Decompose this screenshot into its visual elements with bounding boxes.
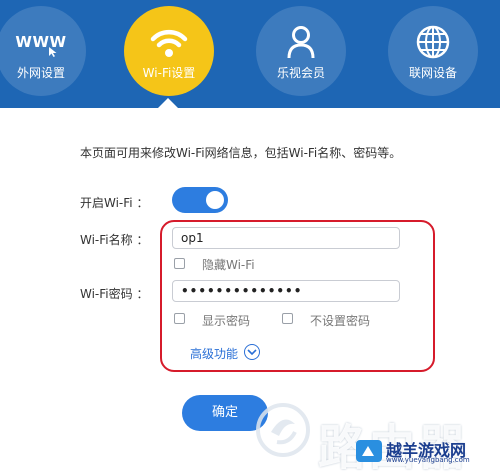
show-password-label: 显示密码 bbox=[202, 314, 251, 328]
tab-wifi-settings[interactable]: Wi-Fi设置 bbox=[124, 6, 214, 96]
password-label: Wi-Fi密码 ： bbox=[80, 287, 149, 301]
watermark-site-icon bbox=[356, 440, 382, 462]
watermark-logo-icon bbox=[256, 403, 310, 457]
hide-wifi-checkbox[interactable] bbox=[174, 258, 185, 269]
ssid-input[interactable]: op1 bbox=[172, 227, 400, 249]
tab-letv-member[interactable]: 乐视会员 bbox=[256, 6, 346, 96]
wifi-enable-label: 开启Wi-Fi ： bbox=[80, 196, 149, 210]
watermark-site-url: www.yueyangbang.com bbox=[386, 456, 470, 464]
wifi-enable-toggle[interactable] bbox=[172, 187, 228, 213]
tab-label: 外网设置 bbox=[16, 66, 65, 80]
active-tab-pointer bbox=[158, 98, 178, 108]
toggle-knob bbox=[206, 191, 224, 209]
tab-label: 乐视会员 bbox=[276, 66, 325, 80]
www-icon: WWW bbox=[0, 22, 86, 62]
tab-label: Wi-Fi设置 bbox=[142, 66, 196, 80]
tab-connected-devices[interactable]: 联网设备 bbox=[388, 6, 478, 96]
advanced-link[interactable]: 高级功能 bbox=[190, 345, 238, 362]
hide-wifi-label: 隐藏Wi-Fi bbox=[202, 258, 255, 272]
wifi-icon bbox=[124, 22, 214, 62]
no-password-checkbox[interactable] bbox=[282, 313, 293, 324]
chevron-down-icon[interactable] bbox=[244, 344, 260, 360]
tab-label: 联网设备 bbox=[408, 66, 457, 80]
no-password-label: 不设置密码 bbox=[310, 314, 371, 328]
page-description: 本页面可用来修改Wi-Fi网络信息，包括Wi-Fi名称、密码等。 bbox=[80, 146, 402, 160]
ssid-label: Wi-Fi名称 ： bbox=[80, 233, 149, 247]
user-icon bbox=[256, 22, 346, 62]
globe-icon bbox=[388, 22, 478, 62]
top-nav: WWW 外网设置 Wi-Fi设置 乐视会员 联网设备 bbox=[0, 0, 500, 108]
tab-wan-settings[interactable]: WWW 外网设置 bbox=[0, 6, 86, 96]
show-password-checkbox[interactable] bbox=[174, 313, 185, 324]
password-input[interactable]: •••••••••••••• bbox=[172, 280, 400, 302]
